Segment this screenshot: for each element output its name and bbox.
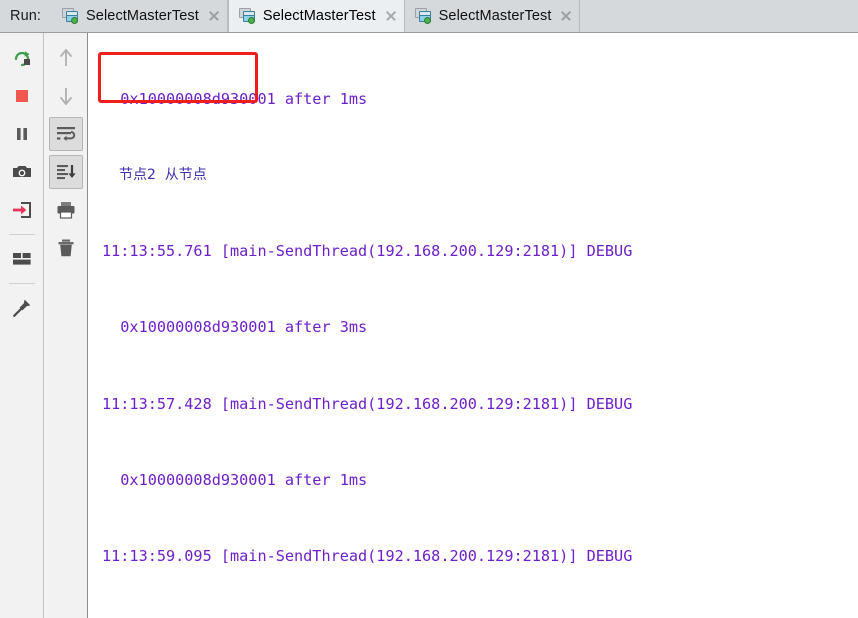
log-line: 11:13:59.095 [main-SendThread(192.168.20…	[102, 547, 633, 566]
run-config-icon	[62, 8, 79, 24]
run-config-icon	[238, 8, 256, 24]
console-output[interactable]: 0x10000008d930001 after 1ms 节点2 从节点 11:1…	[88, 33, 858, 618]
run-toolbar-left	[0, 33, 44, 618]
close-icon[interactable]	[207, 9, 221, 23]
run-label: Run:	[0, 0, 53, 32]
toolbar-separator	[8, 234, 35, 235]
tab-selectmastertest-3[interactable]: SelectMasterTest	[404, 0, 581, 32]
tab-title: SelectMasterTest	[438, 8, 552, 24]
tab-selectmastertest-1[interactable]: SelectMasterTest	[52, 0, 228, 32]
trash-icon[interactable]	[49, 231, 83, 265]
tab-selectmastertest-2[interactable]: SelectMasterTest	[227, 0, 405, 32]
scroll-to-end-icon[interactable]	[48, 155, 83, 189]
run-tab-bar: Run: SelectMasterTest SelectMasterTest S…	[0, 0, 858, 33]
close-icon[interactable]	[559, 9, 573, 23]
run-config-icon	[414, 8, 432, 24]
arrow-down-icon[interactable]	[49, 79, 83, 113]
close-icon[interactable]	[384, 9, 398, 23]
log-line: 0x10000008d930001 after 3ms	[102, 318, 368, 337]
stop-icon[interactable]	[5, 79, 39, 113]
layout-icon[interactable]	[5, 242, 39, 276]
camera-icon[interactable]	[5, 155, 39, 189]
pin-icon[interactable]	[5, 291, 39, 325]
log-line: 0x10000008d930001 after 1ms	[102, 89, 368, 108]
log-line: 0x10000008d930001 after 1ms	[102, 470, 368, 489]
run-body: 0x10000008d930001 after 1ms 节点2 从节点 11:1…	[0, 33, 858, 618]
toolbar-separator	[8, 283, 35, 284]
tab-title: SelectMasterTest	[262, 8, 376, 24]
pause-icon[interactable]	[5, 117, 39, 151]
run-tool-window: Run: SelectMasterTest SelectMasterTest S…	[0, 0, 858, 618]
print-icon[interactable]	[49, 193, 83, 227]
soft-wrap-icon[interactable]	[48, 117, 83, 151]
log-line: 11:13:55.761 [main-SendThread(192.168.20…	[102, 242, 633, 261]
run-toolbar-right	[44, 33, 88, 618]
console-log: 0x10000008d930001 after 1ms 节点2 从节点 11:1…	[88, 36, 858, 618]
export-icon[interactable]	[5, 193, 39, 227]
log-line: 11:13:57.428 [main-SendThread(192.168.20…	[102, 394, 633, 413]
tab-title: SelectMasterTest	[86, 8, 199, 24]
tab-bar-filler	[580, 0, 858, 32]
log-line: 节点2 从节点	[119, 167, 207, 184]
arrow-up-icon[interactable]	[49, 41, 83, 75]
rerun-icon[interactable]	[5, 41, 39, 75]
